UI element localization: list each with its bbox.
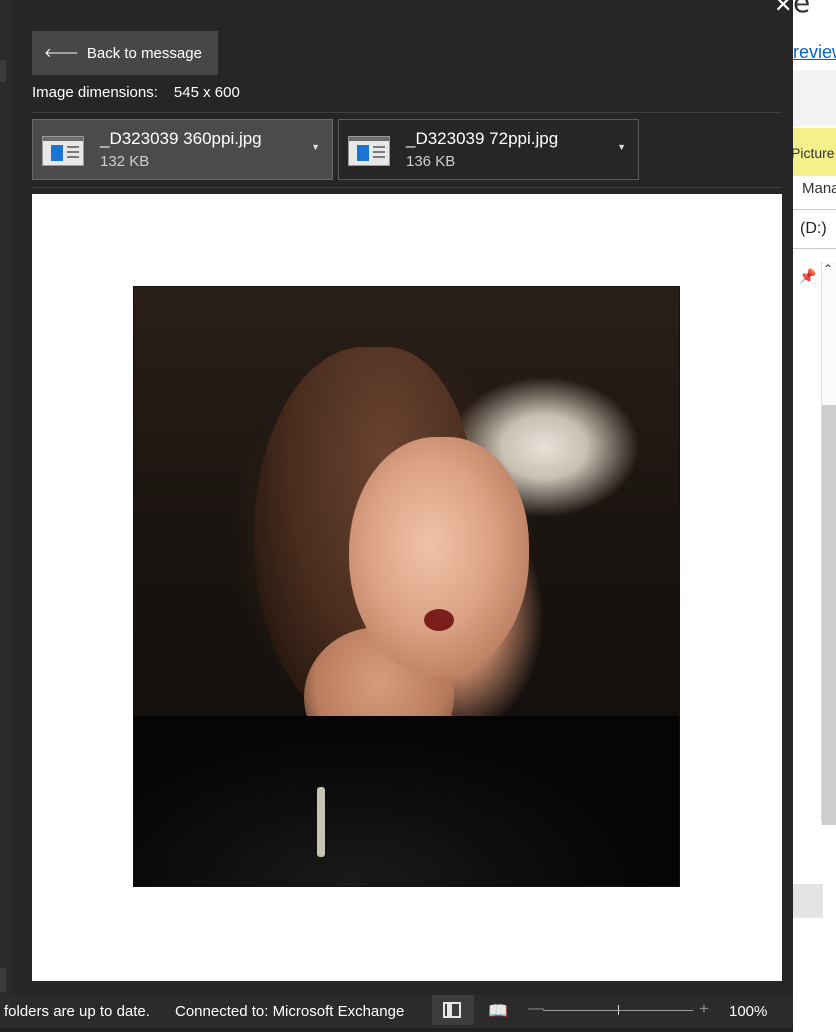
divider [32, 187, 782, 188]
attachment-size: 136 KB [406, 153, 456, 170]
background-window: e review Picture Mana (D:) 📌 ⌃ [793, 0, 836, 1032]
back-button-label: Back to message [86, 44, 202, 62]
manage-label: Mana [802, 180, 836, 197]
dimensions-value: 545 x 600 [173, 84, 240, 101]
background-title-fragment: e [793, 0, 811, 19]
image-file-icon [348, 136, 390, 166]
background-panel [793, 884, 823, 918]
zoom-level[interactable]: 100% [729, 1003, 767, 1020]
status-bar: folders are up to date. Connected to: Mi… [0, 995, 793, 1032]
taskbar-strip [0, 1028, 793, 1032]
scroll-up-icon[interactable]: ⌃ [823, 262, 833, 276]
dimensions-label: Image dimensions: [32, 84, 158, 101]
attachment-name: _D323039 72ppi.jpg [406, 129, 559, 148]
connection-status: Connected to: Microsoft Exchange [175, 1003, 405, 1020]
divider [793, 248, 836, 249]
zoom-slider-thumb[interactable] [618, 1005, 619, 1015]
attachment-name: _D323039 360ppi.jpg [100, 129, 262, 148]
background-toolbar-strip [793, 70, 836, 126]
image-dimensions: Image dimensions: 545 x 600 [32, 84, 240, 101]
attachment-viewer-panel: ✕ 🡐 Back to message Image dimensions: 545… [12, 0, 793, 995]
back-to-message-button[interactable]: 🡐 Back to message [32, 31, 218, 75]
preview-link[interactable]: review [793, 42, 836, 63]
divider [793, 209, 836, 210]
chevron-down-icon[interactable]: ▼ [617, 142, 626, 152]
normal-view-icon[interactable] [443, 1002, 461, 1018]
attachment-size: 132 KB [100, 153, 150, 170]
pin-icon[interactable]: 📌 [799, 268, 816, 285]
picture-tab-label: Picture [793, 145, 835, 161]
image-preview-area [32, 194, 782, 981]
reading-view-icon[interactable]: 📖 [488, 1001, 508, 1021]
chevron-down-icon[interactable]: ▼ [311, 142, 320, 152]
arrow-left-icon: 🡐 [44, 45, 79, 60]
zoom-out-icon[interactable]: — [528, 1000, 544, 1018]
image-file-icon [42, 136, 84, 166]
divider [32, 112, 782, 113]
attached-photo [133, 286, 680, 887]
zoom-in-icon[interactable]: + [699, 999, 709, 1019]
close-icon[interactable]: ✕ [774, 0, 792, 16]
attachment-item[interactable]: _D323039 72ppi.jpg 136 KB ▼ [338, 119, 639, 180]
scrollbar-thumb[interactable] [822, 405, 836, 825]
drive-label[interactable]: (D:) [800, 220, 827, 238]
sync-status: folders are up to date. [4, 1003, 150, 1020]
attachment-item-selected[interactable]: _D323039 360ppi.jpg 132 KB ▼ [32, 119, 333, 180]
